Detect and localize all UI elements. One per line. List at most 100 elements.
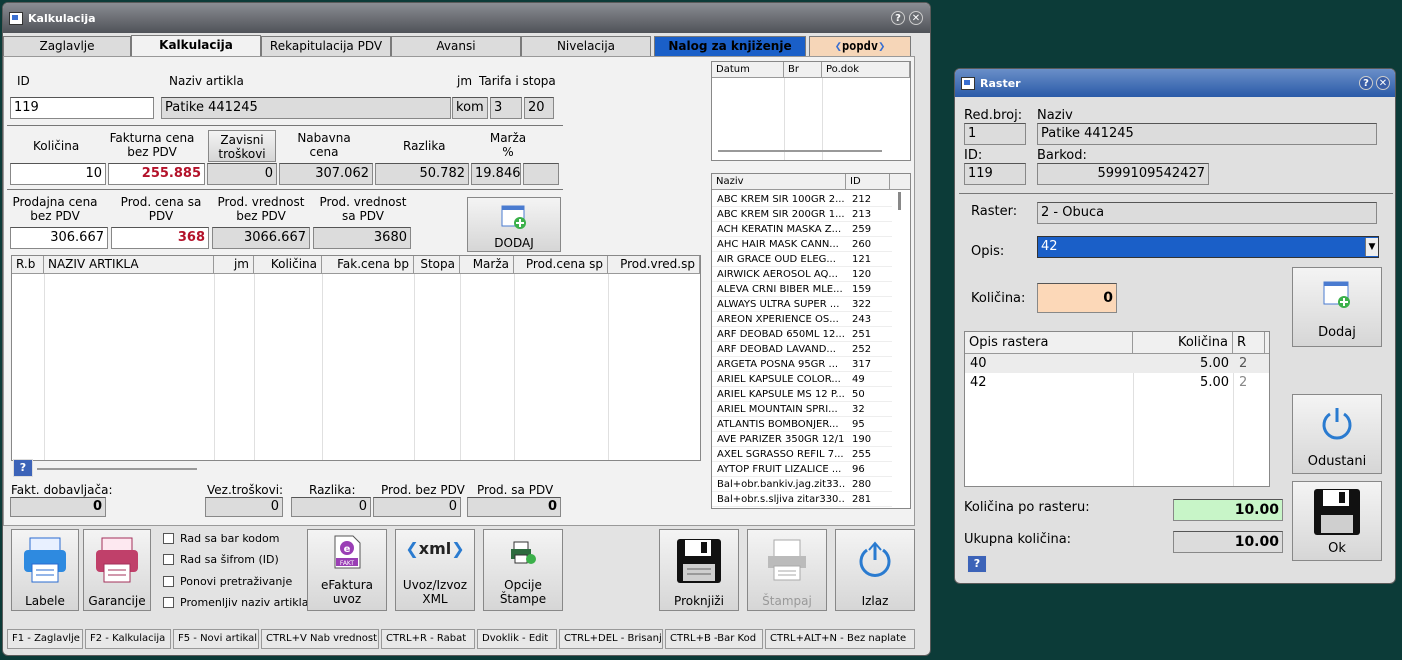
xml-button[interactable]: ❮xml❯ Uvoz/Izvoz XML xyxy=(395,529,475,611)
article-row[interactable]: ARIEL MOUNTAIN SPRI... 32 xyxy=(712,402,892,417)
printer-icon xyxy=(24,537,66,583)
article-row[interactable]: Bal+obr.s.sljiva zitar330... 281 xyxy=(712,492,892,507)
checkbox-sifra[interactable]: Rad sa šifrom (ID) xyxy=(163,553,279,566)
article-row[interactable]: ARF DEOBAD LAVAND... 252 xyxy=(712,342,892,357)
raster-grid[interactable]: Opis rastera Količina R 40 5.00 2 42 5.0… xyxy=(964,331,1270,487)
article-row[interactable]: AXEL SGRASSO REFIL 7... 255 xyxy=(712,447,892,462)
col-po-dok[interactable]: Po.dok xyxy=(822,62,910,78)
dodaj-button[interactable]: DODAJ xyxy=(467,197,561,252)
opis-select[interactable]: 42 xyxy=(1037,236,1379,258)
labele-button[interactable]: Labele xyxy=(11,529,79,611)
status-ctrl-b: CTRL+B -Bar Kod xyxy=(665,629,763,649)
article-row[interactable]: ACH KERATIN MASKA Z... 259 xyxy=(712,222,892,237)
article-row[interactable]: ARGETA POSNA 95GR ... 317 xyxy=(712,357,892,372)
tab-kalkulacija[interactable]: Kalkulacija xyxy=(131,35,261,57)
tab-nalog-za-knjizenje[interactable]: Nalog za knjiženje xyxy=(654,36,806,56)
id-input[interactable]: 119 xyxy=(10,97,154,119)
article-row[interactable]: ARF DEOBAD 650ML 12... 251 xyxy=(712,327,892,342)
col-naziv[interactable]: Naziv xyxy=(712,174,846,190)
kalkulacija-titlebar[interactable]: Kalkulacija xyxy=(3,3,930,33)
tab-rekapitulacija-pdv[interactable]: Rekapitulacija PDV xyxy=(261,36,391,56)
raster-dodaj-button[interactable]: Dodaj xyxy=(1292,267,1382,347)
raster-close-button[interactable]: ✕ xyxy=(1376,76,1390,90)
opcije-stampe-button[interactable]: Opcije Štampe xyxy=(483,529,563,611)
raster-titlebar[interactable]: Raster xyxy=(955,69,1395,97)
label-fakturna-cena: Fakturna cena bez PDV xyxy=(109,131,195,159)
tab-popdv[interactable]: ❮popdv❯ xyxy=(809,36,911,56)
raster-field: 2 - Obuca xyxy=(1037,202,1377,224)
izlaz-button[interactable]: Izlaz xyxy=(835,529,915,611)
article-row[interactable]: Bal+obr.bankiv.jag.zit33... 280 xyxy=(712,477,892,492)
article-row[interactable]: AIR GRACE OUD ELEG... 121 xyxy=(712,252,892,267)
printer-icon xyxy=(96,537,138,583)
article-list[interactable]: Naziv ID ABC KREM SIR 100GR 2... 212 ABC K… xyxy=(711,173,911,509)
col-prod-vred[interactable]: Prod.vred.sp xyxy=(608,256,700,274)
close-window-button[interactable]: ✕ xyxy=(909,11,923,25)
article-row[interactable]: ALWAYS ULTRA SUPER ... 322 xyxy=(712,297,892,312)
article-row[interactable]: AIRWICK AEROSOL AQ... 120 xyxy=(712,267,892,282)
help-title-button[interactable]: ? xyxy=(891,11,905,25)
col-opis-rastera[interactable]: Opis rastera xyxy=(965,332,1133,354)
col-br[interactable]: Br xyxy=(784,62,822,78)
raster-help-title-button[interactable]: ? xyxy=(1359,76,1373,90)
article-row[interactable]: ARIEL KAPSULE MS 12 P... 50 xyxy=(712,387,892,402)
checkbox-bar-kod[interactable]: Rad sa bar kodom xyxy=(163,532,279,545)
checkbox-box[interactable] xyxy=(163,576,174,587)
article-scrollbar[interactable] xyxy=(898,192,901,210)
article-row[interactable]: ATLANTIS BOMBONJER... 95 xyxy=(712,417,892,432)
tab-zaglavlje[interactable]: Zaglavlje xyxy=(3,36,131,56)
tab-nivelacija[interactable]: Nivelacija xyxy=(521,36,651,56)
xml-icon-text: xml xyxy=(418,539,452,558)
col-fak-cena[interactable]: Fak.cena bp xyxy=(322,256,414,274)
odustani-button[interactable]: Odustani xyxy=(1292,394,1382,474)
article-row[interactable]: AHC HAIR MASK CANN... 260 xyxy=(712,237,892,252)
ok-button[interactable]: Ok xyxy=(1292,481,1382,561)
col-marza[interactable]: Marža xyxy=(460,256,514,274)
zavisni-troskovi-button[interactable]: Zavisni troškovi xyxy=(208,130,276,162)
raster-help-button[interactable]: ? xyxy=(967,555,987,573)
kolicina-input[interactable]: 10 xyxy=(10,163,106,185)
checkbox-box[interactable] xyxy=(163,533,174,544)
fakturna-cena-input[interactable]: 255.885 xyxy=(108,163,205,185)
prod-cena-sa-pdv-input[interactable]: 368 xyxy=(111,227,209,249)
checkbox-promenljiv[interactable]: Promenljiv naziv artikla xyxy=(163,596,308,609)
tab-avansi[interactable]: Avansi xyxy=(391,36,521,56)
help-button[interactable]: ? xyxy=(13,459,33,477)
documents-grid[interactable]: Datum Br Po.dok xyxy=(711,61,911,161)
grid-scrollbar[interactable] xyxy=(37,468,197,470)
col-raster-kolicina[interactable]: Količina xyxy=(1133,332,1233,354)
article-row[interactable]: AVE PARIZER 350GR 12/1 190 xyxy=(712,432,892,447)
col-stopa[interactable]: Stopa xyxy=(414,256,460,274)
raster-grid-row[interactable]: 40 5.00 2 xyxy=(965,354,1269,373)
col-naziv-artikla[interactable]: NAZIV ARTIKLA xyxy=(44,256,214,274)
article-row[interactable]: ABC KREM SIR 100GR 2... 212 xyxy=(712,192,892,207)
article-row[interactable]: ABC KREM SIR 200GR 1... 213 xyxy=(712,207,892,222)
doc-scrollbar[interactable] xyxy=(718,150,882,152)
article-row[interactable]: AYTOP FRUIT LIZALICE ... 96 xyxy=(712,462,892,477)
status-dvoklik: Dvoklik - Edit xyxy=(477,629,557,649)
garancije-button[interactable]: Garancije xyxy=(83,529,151,611)
col-kolicina[interactable]: Količina xyxy=(254,256,322,274)
prodajna-cena-input[interactable]: 306.667 xyxy=(10,227,108,249)
checkbox-ponovi[interactable]: Ponovi pretraživanje xyxy=(163,575,292,588)
checkbox-box[interactable] xyxy=(163,597,174,608)
col-prod-cena[interactable]: Prod.cena sp xyxy=(514,256,608,274)
proknjizi-button[interactable]: Proknjiži xyxy=(659,529,739,611)
article-row[interactable]: ALEVA CRNI BIBER MLE... 159 xyxy=(712,282,892,297)
col-article-id[interactable]: ID xyxy=(846,174,890,190)
col-jm[interactable]: jm xyxy=(214,256,254,274)
checkbox-box[interactable] xyxy=(163,554,174,565)
col-datum[interactable]: Datum xyxy=(712,62,784,78)
stampaj-button[interactable]: Štampaj xyxy=(747,529,827,611)
article-naziv: AIRWICK AEROSOL AQ... xyxy=(717,269,838,280)
col-rb[interactable]: R.b xyxy=(12,256,44,274)
chevron-down-icon[interactable]: ▼ xyxy=(1365,238,1378,256)
col-r[interactable]: R xyxy=(1233,332,1265,354)
items-grid[interactable]: R.b NAZIV ARTIKLA jm Količina Fak.cena b… xyxy=(11,255,701,461)
article-row[interactable]: AREON XPERIENCE OS... 243 xyxy=(712,312,892,327)
efaktura-uvoz-button[interactable]: e FAKT eFaktura uvoz xyxy=(307,529,387,611)
raster-grid-row[interactable]: 42 5.00 2 xyxy=(965,373,1269,392)
raster-cell-opis: 42 xyxy=(970,375,987,390)
article-row[interactable]: ARIEL KAPSULE COLOR... 49 xyxy=(712,372,892,387)
raster-kolicina-input[interactable]: 0 xyxy=(1037,283,1117,313)
